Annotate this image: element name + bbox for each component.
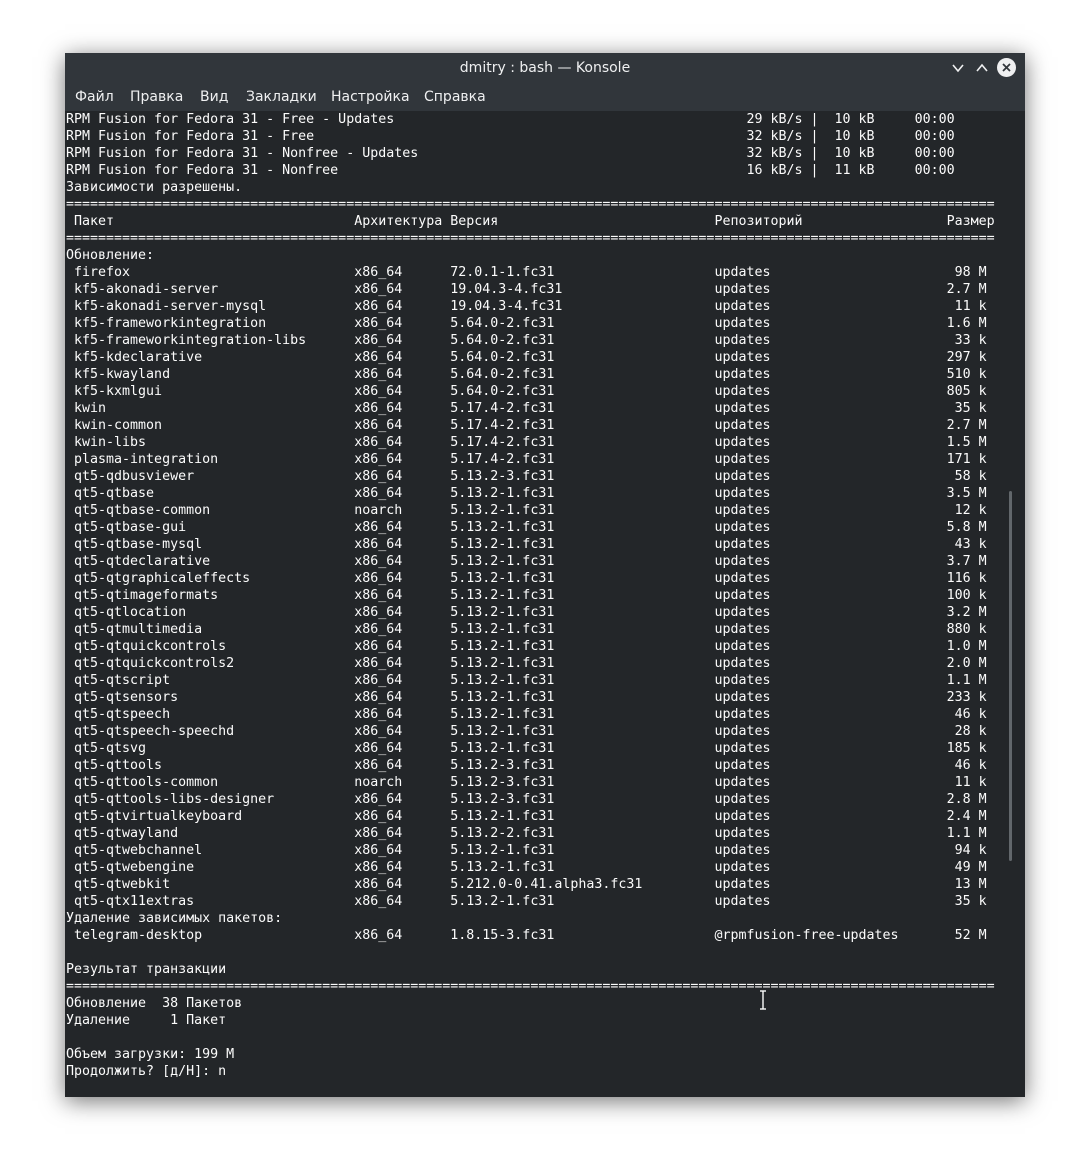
summary-label: Результат транзакции (66, 962, 227, 977)
repo-line: RPM Fusion for Fedora 31 - Free 32 kB/s … (66, 129, 955, 144)
table-row: qt5-qtbase-mysql x86_64 5.13.2-1.fc31 up… (66, 537, 987, 552)
table-row: qt5-qttools-common noarch 5.13.2-3.fc31 … (66, 775, 987, 790)
prompt-line: Продолжить? [д/Н]: n (66, 1064, 227, 1079)
table-row: qt5-qtimageformats x86_64 5.13.2-1.fc31 … (66, 588, 987, 603)
table-row: qt5-qtsensors x86_64 5.13.2-1.fc31 updat… (66, 690, 987, 705)
title-bar[interactable]: dmitry : bash — Konsole (65, 53, 1025, 83)
table-row: qt5-qtquickcontrols x86_64 5.13.2-1.fc31… (66, 639, 987, 654)
scrollbar[interactable] (1009, 491, 1012, 861)
menu-file[interactable]: Файл (75, 83, 114, 111)
terminal-output: RPM Fusion for Fedora 31 - Free - Update… (66, 111, 995, 1080)
table-row: qt5-qtwebkit x86_64 5.212.0-0.41.alpha3.… (66, 877, 987, 892)
menu-bar: Файл Правка Вид Закладки Настройка Справ… (65, 83, 1025, 111)
table-row: qt5-qtspeech-speechd x86_64 5.13.2-1.fc3… (66, 724, 987, 739)
table-row: qt5-qtwayland x86_64 5.13.2-2.fc31 updat… (66, 826, 987, 841)
table-row: telegram-desktop x86_64 1.8.15-3.fc31 @r… (66, 928, 987, 943)
text-cursor-icon (760, 990, 766, 1010)
table-row: kf5-kxmlgui x86_64 5.64.0-2.fc31 updates… (66, 384, 987, 399)
close-button[interactable] (997, 58, 1016, 77)
repo-line: RPM Fusion for Fedora 31 - Free - Update… (66, 112, 955, 127)
menu-edit[interactable]: Правка (130, 83, 183, 111)
table-row: qt5-qtspeech x86_64 5.13.2-1.fc31 update… (66, 707, 987, 722)
summary-remove: Удаление 1 Пакет (66, 1013, 227, 1028)
upgrade-label: Обновление: (66, 248, 155, 263)
table-row: qt5-qtgraphicaleffects x86_64 5.13.2-1.f… (66, 571, 987, 586)
table-row: qt5-qtwebengine x86_64 5.13.2-1.fc31 upd… (66, 860, 987, 875)
summary-upgrade: Обновление 38 Пакетов (66, 996, 243, 1011)
deps-resolved: Зависимости разрешены. (66, 180, 243, 195)
table-row: kf5-frameworkintegration-libs x86_64 5.6… (66, 333, 987, 348)
table-row: kf5-akonadi-server-mysql x86_64 19.04.3-… (66, 299, 987, 314)
maximize-button[interactable] (972, 58, 992, 78)
table-row: qt5-qtbase-gui x86_64 5.13.2-1.fc31 upda… (66, 520, 987, 535)
table-row: qt5-qtx11extras x86_64 5.13.2-1.fc31 upd… (66, 894, 987, 909)
table-row: kf5-akonadi-server x86_64 19.04.3-4.fc31… (66, 282, 987, 297)
table-header: Пакет Архитектура Версия Репозиторий Раз… (66, 214, 995, 229)
window-title: dmitry : bash — Konsole (459, 60, 631, 76)
terminal-area[interactable]: RPM Fusion for Fedora 31 - Free - Update… (65, 111, 1025, 1097)
menu-help[interactable]: Справка (424, 83, 486, 111)
table-row: qt5-qtlocation x86_64 5.13.2-1.fc31 upda… (66, 605, 987, 620)
table-row: qt5-qttools x86_64 5.13.2-3.fc31 updates… (66, 758, 987, 773)
table-row: qt5-qtsvg x86_64 5.13.2-1.fc31 updates 1… (66, 741, 987, 756)
table-row: kf5-kwayland x86_64 5.64.0-2.fc31 update… (66, 367, 987, 382)
table-row: qt5-qtbase-common noarch 5.13.2-1.fc31 u… (66, 503, 987, 518)
menu-view[interactable]: Вид (200, 83, 228, 111)
table-row: qt5-qtmultimedia x86_64 5.13.2-1.fc31 up… (66, 622, 987, 637)
table-row: plasma-integration x86_64 5.17.4-2.fc31 … (66, 452, 987, 467)
table-row: kf5-kdeclarative x86_64 5.64.0-2.fc31 up… (66, 350, 987, 365)
menu-bookmarks[interactable]: Закладки (246, 83, 317, 111)
remove-label: Удаление зависимых пакетов: (66, 911, 283, 926)
table-row: kwin-libs x86_64 5.17.4-2.fc31 updates 1… (66, 435, 987, 450)
konsole-window: dmitry : bash — Konsole Файл Правка Вид … (65, 53, 1025, 1097)
download-size: Объем загрузки: 199 M (66, 1047, 235, 1062)
table-row: qt5-qtscript x86_64 5.13.2-1.fc31 update… (66, 673, 987, 688)
table-row: firefox x86_64 72.0.1-1.fc31 updates 98 … (66, 265, 987, 280)
table-row: kwin-common x86_64 5.17.4-2.fc31 updates… (66, 418, 987, 433)
chevron-up-icon (976, 63, 988, 72)
chevron-down-icon (952, 64, 964, 73)
table-row: qt5-qttools-libs-designer x86_64 5.13.2-… (66, 792, 987, 807)
close-icon (1002, 63, 1011, 72)
repo-line: RPM Fusion for Fedora 31 - Nonfree 16 kB… (66, 163, 955, 178)
table-row: qt5-qdbusviewer x86_64 5.13.2-3.fc31 upd… (66, 469, 987, 484)
repo-line: RPM Fusion for Fedora 31 - Nonfree - Upd… (66, 146, 955, 161)
table-row: qt5-qtquickcontrols2 x86_64 5.13.2-1.fc3… (66, 656, 987, 671)
table-row: kwin x86_64 5.17.4-2.fc31 updates 35 k (66, 401, 987, 416)
separator: ========================================… (66, 979, 995, 994)
table-row: qt5-qtbase x86_64 5.13.2-1.fc31 updates … (66, 486, 987, 501)
separator: ========================================… (66, 197, 995, 212)
minimize-button[interactable] (948, 58, 968, 78)
table-row: qt5-qtdeclarative x86_64 5.13.2-1.fc31 u… (66, 554, 987, 569)
separator: ========================================… (66, 231, 995, 246)
menu-settings[interactable]: Настройка (331, 83, 410, 111)
table-row: qt5-qtvirtualkeyboard x86_64 5.13.2-1.fc… (66, 809, 987, 824)
table-row: kf5-frameworkintegration x86_64 5.64.0-2… (66, 316, 987, 331)
table-row: qt5-qtwebchannel x86_64 5.13.2-1.fc31 up… (66, 843, 987, 858)
